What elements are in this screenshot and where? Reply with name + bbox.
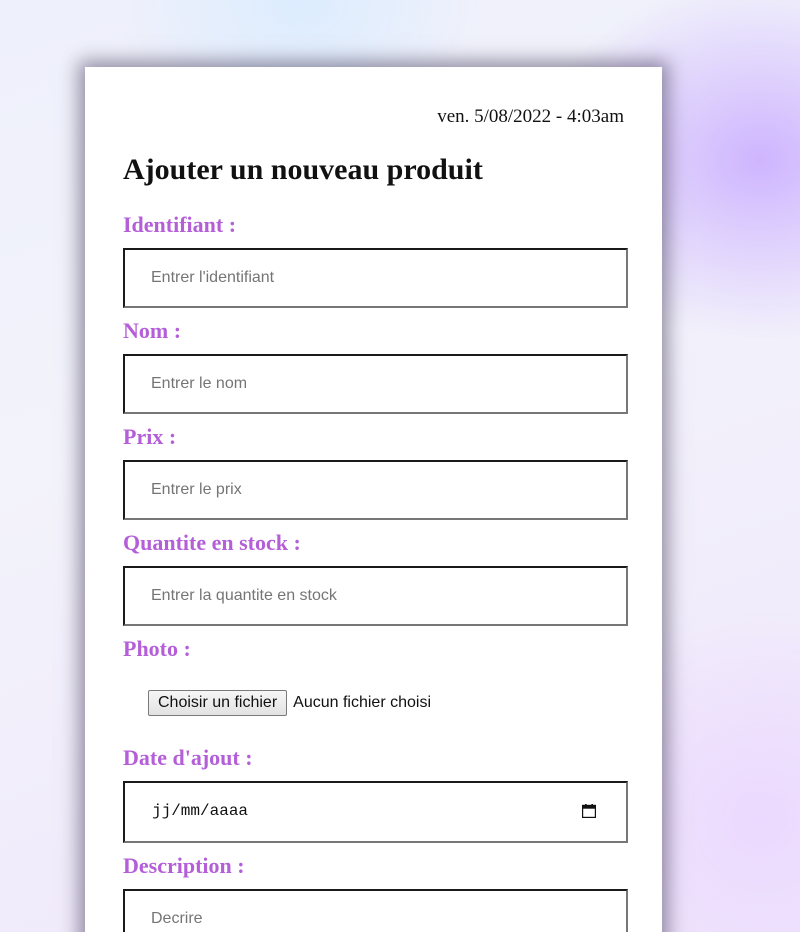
photo-file-picker: Choisir un fichier Aucun fichier choisi — [148, 690, 431, 716]
date-input-value: jj/mm/aaaa — [152, 802, 249, 820]
calendar-icon[interactable] — [582, 804, 596, 818]
description-label: Description : — [123, 853, 245, 878]
identifiant-input[interactable] — [123, 248, 628, 308]
choose-file-button[interactable]: Choisir un fichier — [148, 690, 288, 716]
prix-label: Prix : — [123, 424, 177, 449]
date-input[interactable]: jj/mm/aaaa — [123, 781, 628, 843]
description-input[interactable] — [123, 889, 628, 932]
quantite-input[interactable] — [123, 566, 628, 626]
nom-input[interactable] — [123, 354, 628, 414]
current-datetime: ven. 5/08/2022 - 4:03am — [437, 106, 624, 127]
file-status-text: Aucun fichier choisi — [293, 694, 431, 711]
nom-label: Nom : — [123, 318, 182, 343]
quantite-label: Quantite en stock : — [123, 530, 301, 555]
date-label: Date d'ajout : — [123, 745, 253, 770]
photo-label: Photo : — [123, 636, 191, 661]
product-form-card: ven. 5/08/2022 - 4:03am Ajouter un nouve… — [85, 67, 662, 932]
identifiant-label: Identifiant : — [123, 212, 237, 237]
prix-input[interactable] — [123, 460, 628, 520]
page-title: Ajouter un nouveau produit — [123, 153, 483, 186]
